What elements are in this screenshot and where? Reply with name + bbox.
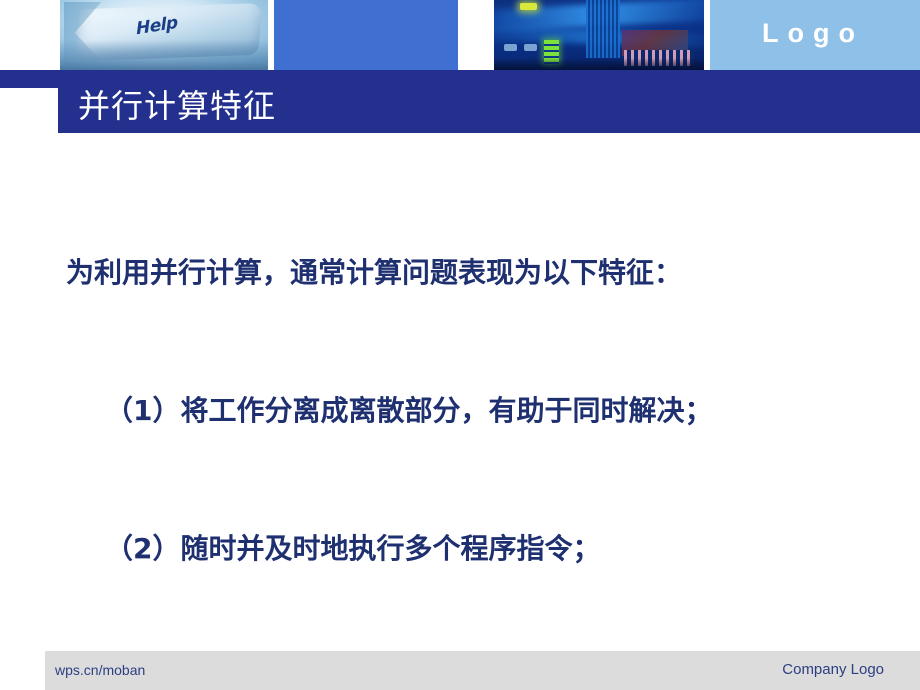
body-line-2: （1）将工作分离成离散部分，有助于同时解决；: [66, 394, 713, 427]
keyboard-key-shadow-bottom: [60, 40, 268, 70]
circuit-ribbon-cable: [586, 0, 620, 58]
keyboard-help-key-photo: Help: [60, 0, 268, 70]
yellow-led-icon: [520, 3, 537, 10]
footer-company-logo-label: Company Logo: [782, 661, 884, 678]
logo-text: Logo: [762, 18, 864, 48]
body-line-3: （2）随时并及时地执行多个程序指令；: [66, 532, 601, 565]
page-title: 并行计算特征: [78, 87, 277, 125]
body-line-1: 为利用并行计算，通常计算问题表现为以下特征：: [66, 256, 683, 289]
circuit-port-right-icon: [524, 44, 537, 51]
header-banner: Help Logo: [0, 0, 920, 70]
circuit-bottom-vignette: [494, 58, 704, 70]
circuit-port-left-icon: [504, 44, 517, 51]
logo-panel: Logo: [710, 0, 920, 70]
footer-source-label: wps.cn/moban: [55, 662, 146, 678]
circuit-board-photo: [494, 0, 704, 70]
slide-canvas: Help Logo 并行计算特征 为利用并行计算，通常计算问题表现为以下特征： …: [0, 0, 920, 690]
solid-blue-panel: [274, 0, 458, 70]
slide-body-text: 为利用并行计算，通常计算问题表现为以下特征： （1）将工作分离成离散部分，有助于…: [66, 158, 886, 690]
